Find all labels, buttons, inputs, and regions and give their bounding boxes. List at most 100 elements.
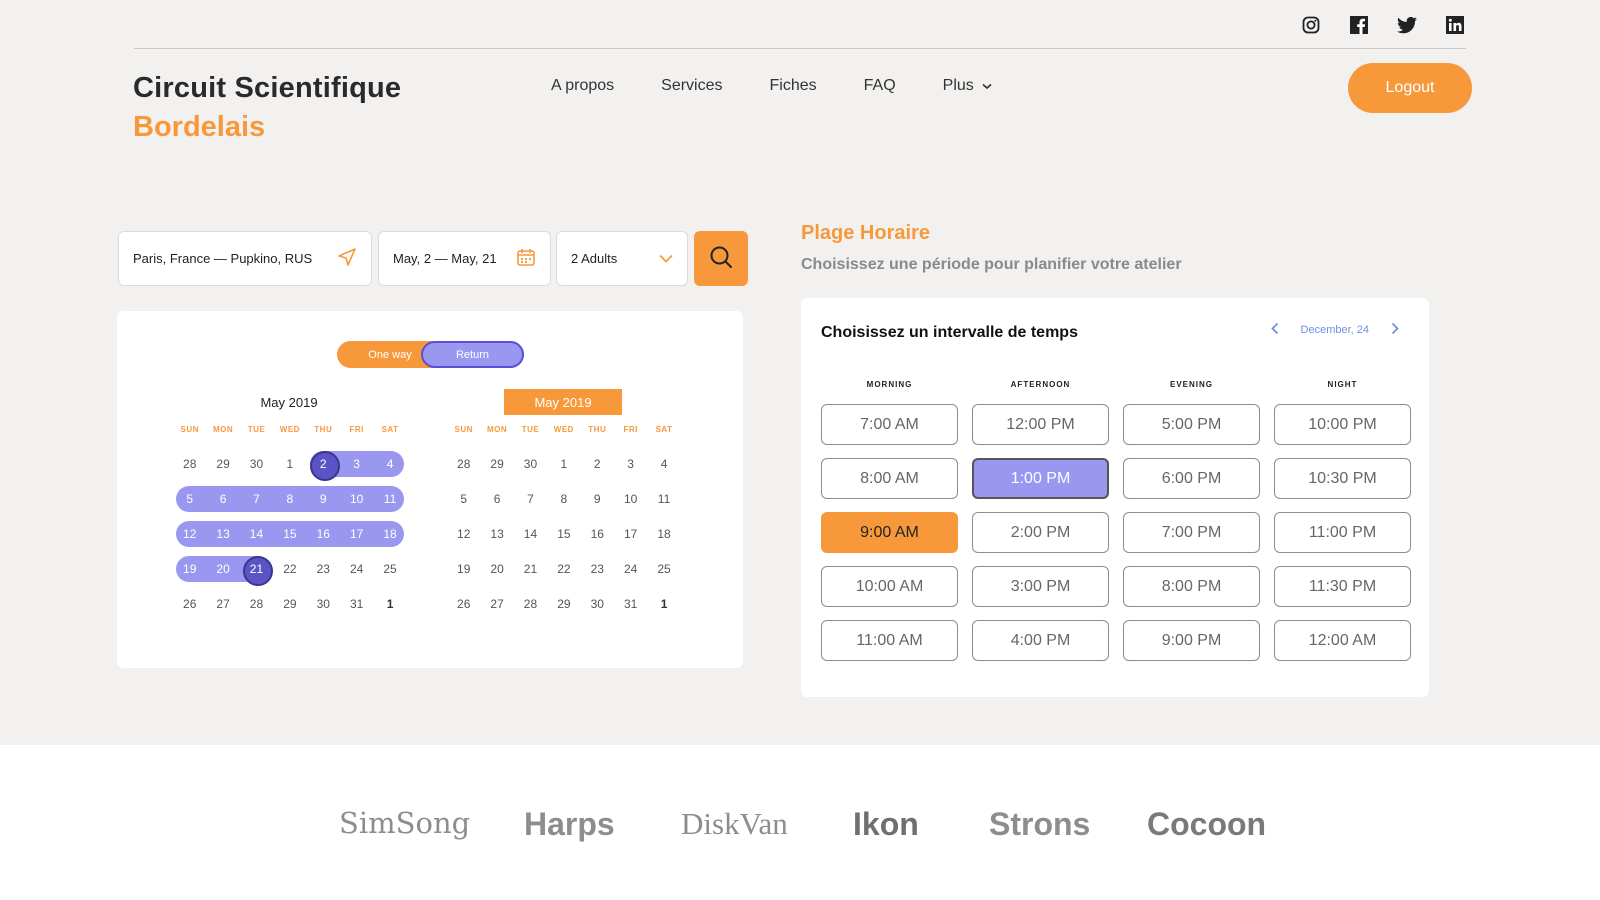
time-slot-button[interactable]: 11:00 AM <box>821 620 958 661</box>
calendar-day[interactable]: 25 <box>647 556 680 582</box>
calendar-day[interactable]: 5 <box>447 486 480 512</box>
calendar-day[interactable]: 16 <box>307 521 340 547</box>
nav-item-faq[interactable]: FAQ <box>864 77 896 95</box>
logout-button[interactable]: Logout <box>1348 63 1472 113</box>
calendar-day[interactable]: 22 <box>547 556 580 582</box>
calendar-day[interactable]: 10 <box>614 486 647 512</box>
calendar-day[interactable]: 28 <box>240 591 273 617</box>
time-slot-button[interactable]: 8:00 PM <box>1123 566 1260 607</box>
calendar-day[interactable]: 1 <box>647 591 680 617</box>
time-slot-button[interactable]: 10:30 PM <box>1274 458 1411 499</box>
calendar-day[interactable]: 19 <box>447 556 480 582</box>
guests-select[interactable]: 2 Adults <box>556 231 688 286</box>
calendar-day[interactable]: 30 <box>240 451 273 477</box>
calendar-day[interactable]: 26 <box>173 591 206 617</box>
time-slot-button[interactable]: 3:00 PM <box>972 566 1109 607</box>
time-slot-button[interactable]: 9:00 AM <box>821 512 958 553</box>
calendar-day[interactable]: 22 <box>273 556 306 582</box>
time-slot-button[interactable]: 2:00 PM <box>972 512 1109 553</box>
nav-item-a-propos[interactable]: A propos <box>551 77 614 95</box>
calendar-day[interactable]: 17 <box>340 521 373 547</box>
calendar-day[interactable]: 29 <box>547 591 580 617</box>
calendar-day[interactable]: 13 <box>206 521 239 547</box>
calendar-day[interactable]: 7 <box>514 486 547 512</box>
calendar-day[interactable]: 23 <box>307 556 340 582</box>
calendar-day[interactable]: 3 <box>340 451 373 477</box>
time-slot-button[interactable]: 12:00 AM <box>1274 620 1411 661</box>
calendar-day[interactable]: 12 <box>173 521 206 547</box>
calendar-day[interactable]: 19 <box>173 556 206 582</box>
calendar-day[interactable]: 20 <box>206 556 239 582</box>
calendar-day[interactable]: 20 <box>480 556 513 582</box>
calendar-day[interactable]: 5 <box>173 486 206 512</box>
calendar-day[interactable]: 29 <box>480 451 513 477</box>
calendar-day[interactable]: 6 <box>206 486 239 512</box>
calendar-day[interactable]: 14 <box>240 521 273 547</box>
nav-item-plus[interactable]: Plus <box>943 77 992 95</box>
search-button[interactable] <box>694 231 748 286</box>
calendar-day[interactable]: 8 <box>273 486 306 512</box>
calendar-day[interactable]: 11 <box>647 486 680 512</box>
calendar-day[interactable]: 25 <box>373 556 406 582</box>
calendar-day[interactable]: 30 <box>307 591 340 617</box>
twitter-icon[interactable] <box>1396 14 1418 36</box>
time-slot-button[interactable]: 10:00 PM <box>1274 404 1411 445</box>
time-slot-button[interactable]: 10:00 AM <box>821 566 958 607</box>
time-slot-button[interactable]: 12:00 PM <box>972 404 1109 445</box>
calendar-day[interactable]: 30 <box>514 451 547 477</box>
calendar-day[interactable]: 28 <box>173 451 206 477</box>
time-slot-button[interactable]: 1:00 PM <box>972 458 1109 499</box>
calendar-day[interactable]: 9 <box>307 486 340 512</box>
chevron-left-icon[interactable] <box>1270 322 1279 338</box>
calendar-day[interactable]: 17 <box>614 521 647 547</box>
linkedin-icon[interactable] <box>1444 14 1466 36</box>
calendar-day[interactable]: 21 <box>240 555 274 586</box>
calendar-day[interactable]: 29 <box>206 451 239 477</box>
calendar-day[interactable]: 8 <box>547 486 580 512</box>
calendar-day[interactable]: 24 <box>340 556 373 582</box>
calendar-day[interactable]: 27 <box>480 591 513 617</box>
calendar-day[interactable]: 27 <box>206 591 239 617</box>
brand-logo[interactable]: Circuit Scientifique Bordelais <box>133 72 401 144</box>
calendar-day[interactable]: 1 <box>373 591 406 617</box>
nav-item-fiches[interactable]: Fiches <box>770 77 817 95</box>
calendar-day[interactable]: 2 <box>581 451 614 477</box>
calendar-day[interactable]: 12 <box>447 521 480 547</box>
calendar-day[interactable]: 3 <box>614 451 647 477</box>
calendar-day[interactable]: 31 <box>340 591 373 617</box>
calendar-day[interactable]: 7 <box>240 486 273 512</box>
time-slot-button[interactable]: 5:00 PM <box>1123 404 1260 445</box>
calendar-day[interactable]: 1 <box>273 451 306 477</box>
calendar-day[interactable]: 18 <box>647 521 680 547</box>
chevron-right-icon[interactable] <box>1391 322 1399 338</box>
calendar-day[interactable]: 2 <box>307 450 341 481</box>
calendar-day[interactable]: 1 <box>547 451 580 477</box>
calendar-day[interactable]: 4 <box>373 451 406 477</box>
calendar-day[interactable]: 31 <box>614 591 647 617</box>
time-slot-button[interactable]: 7:00 AM <box>821 404 958 445</box>
calendar-day[interactable]: 29 <box>273 591 306 617</box>
calendar-day[interactable]: 18 <box>373 521 406 547</box>
calendar-day[interactable]: 26 <box>447 591 480 617</box>
calendar-day[interactable]: 21 <box>514 556 547 582</box>
calendar-day[interactable]: 23 <box>581 556 614 582</box>
date-range-field[interactable]: May, 2 — May, 21 <box>378 231 551 286</box>
calendar-day[interactable]: 15 <box>273 521 306 547</box>
time-slot-button[interactable]: 11:00 PM <box>1274 512 1411 553</box>
nav-item-services[interactable]: Services <box>661 77 722 95</box>
time-slot-button[interactable]: 7:00 PM <box>1123 512 1260 553</box>
calendar-day[interactable]: 4 <box>647 451 680 477</box>
calendar-day[interactable]: 13 <box>480 521 513 547</box>
calendar-day[interactable]: 16 <box>581 521 614 547</box>
time-slot-button[interactable]: 8:00 AM <box>821 458 958 499</box>
calendar-day[interactable]: 30 <box>581 591 614 617</box>
time-slot-button[interactable]: 11:30 PM <box>1274 566 1411 607</box>
return-option[interactable]: Return <box>421 341 524 368</box>
time-slot-button[interactable]: 4:00 PM <box>972 620 1109 661</box>
calendar-day[interactable]: 6 <box>480 486 513 512</box>
calendar-day[interactable]: 28 <box>514 591 547 617</box>
calendar-day[interactable]: 10 <box>340 486 373 512</box>
instagram-icon[interactable] <box>1300 14 1322 36</box>
calendar-day[interactable]: 9 <box>581 486 614 512</box>
calendar-day[interactable]: 15 <box>547 521 580 547</box>
